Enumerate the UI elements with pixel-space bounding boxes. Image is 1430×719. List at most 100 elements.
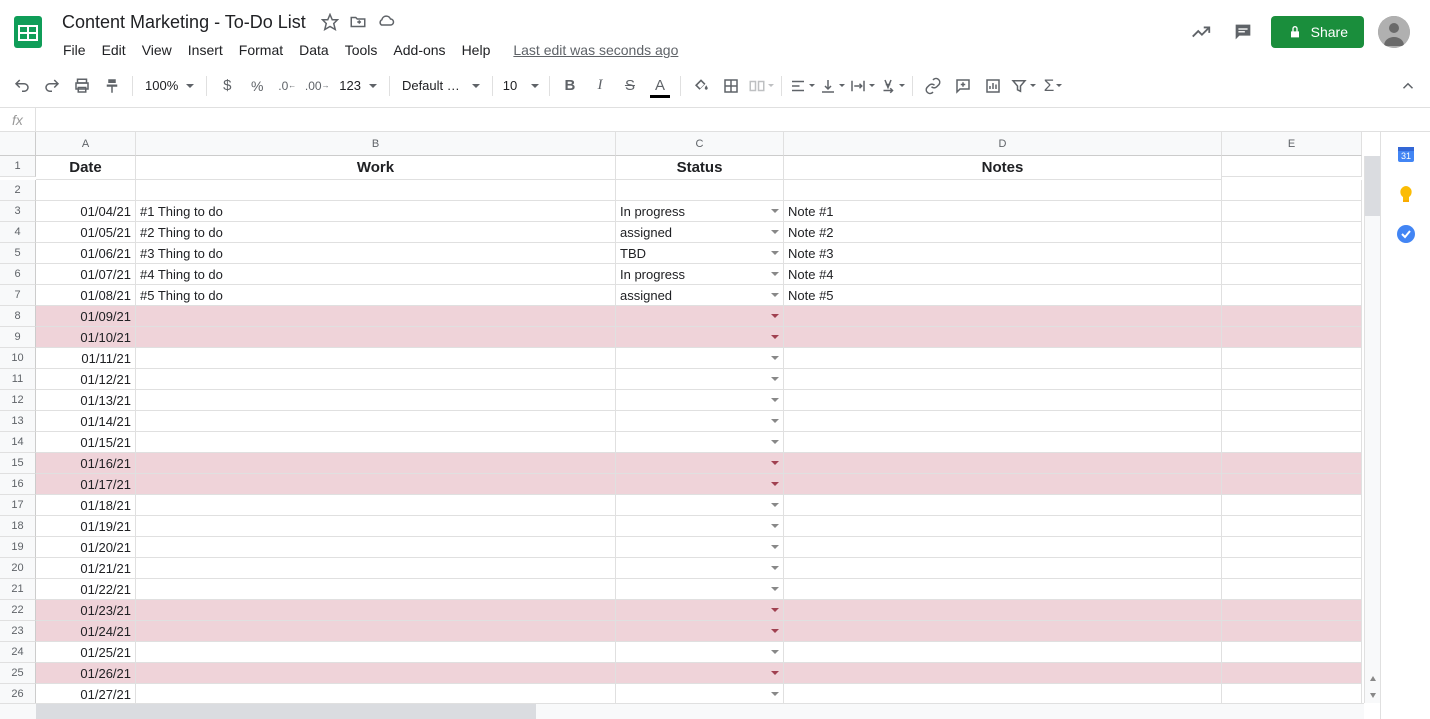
dropdown-arrow-icon[interactable] bbox=[771, 419, 779, 423]
row-header[interactable]: 6 bbox=[0, 264, 36, 285]
cell[interactable] bbox=[1222, 243, 1362, 264]
cell[interactable] bbox=[1222, 684, 1362, 705]
cell[interactable] bbox=[784, 579, 1222, 600]
row-header[interactable]: 2 bbox=[0, 180, 36, 201]
cell[interactable] bbox=[616, 411, 784, 432]
cell[interactable] bbox=[616, 600, 784, 621]
cell[interactable]: 01/18/21 bbox=[36, 495, 136, 516]
col-header-A[interactable]: A bbox=[36, 132, 136, 156]
menu-edit[interactable]: Edit bbox=[95, 38, 133, 62]
row-header[interactable]: 16 bbox=[0, 474, 36, 495]
cell[interactable] bbox=[784, 348, 1222, 369]
merge-cells-icon[interactable] bbox=[747, 72, 775, 100]
cell[interactable] bbox=[136, 537, 616, 558]
cell[interactable] bbox=[784, 495, 1222, 516]
dropdown-arrow-icon[interactable] bbox=[771, 377, 779, 381]
cell[interactable]: Note #1 bbox=[784, 201, 1222, 222]
cell[interactable] bbox=[784, 537, 1222, 558]
cell[interactable]: assigned bbox=[616, 222, 784, 243]
cell[interactable] bbox=[784, 516, 1222, 537]
cell[interactable] bbox=[616, 495, 784, 516]
cell[interactable] bbox=[616, 537, 784, 558]
cell[interactable] bbox=[784, 453, 1222, 474]
dropdown-arrow-icon[interactable] bbox=[771, 524, 779, 528]
cell[interactable] bbox=[1222, 453, 1362, 474]
cell[interactable] bbox=[1222, 537, 1362, 558]
fill-color-icon[interactable] bbox=[687, 72, 715, 100]
dropdown-arrow-icon[interactable] bbox=[771, 356, 779, 360]
cell[interactable]: In progress bbox=[616, 264, 784, 285]
cell[interactable] bbox=[136, 579, 616, 600]
menu-file[interactable]: File bbox=[56, 38, 93, 62]
dropdown-arrow-icon[interactable] bbox=[771, 293, 779, 297]
cell[interactable] bbox=[136, 348, 616, 369]
cell[interactable]: 01/17/21 bbox=[36, 474, 136, 495]
move-folder-icon[interactable] bbox=[348, 12, 368, 32]
cell[interactable] bbox=[1222, 663, 1362, 684]
row-header[interactable]: 20 bbox=[0, 558, 36, 579]
decrease-decimal-icon[interactable]: .0← bbox=[273, 72, 301, 100]
cell[interactable] bbox=[616, 432, 784, 453]
row-header[interactable]: 26 bbox=[0, 684, 36, 705]
cell[interactable] bbox=[784, 684, 1222, 705]
cell[interactable]: 01/11/21 bbox=[36, 348, 136, 369]
cell[interactable] bbox=[136, 180, 616, 201]
cell[interactable]: TBD bbox=[616, 243, 784, 264]
percent-icon[interactable]: % bbox=[243, 72, 271, 100]
cell[interactable] bbox=[136, 453, 616, 474]
col-header-C[interactable]: C bbox=[616, 132, 784, 156]
cell[interactable] bbox=[1222, 222, 1362, 243]
cell[interactable]: 01/10/21 bbox=[36, 327, 136, 348]
insert-chart-icon[interactable] bbox=[979, 72, 1007, 100]
cell[interactable]: 01/04/21 bbox=[36, 201, 136, 222]
cell[interactable] bbox=[784, 600, 1222, 621]
cell[interactable] bbox=[616, 684, 784, 705]
row-header[interactable]: 12 bbox=[0, 390, 36, 411]
cell[interactable] bbox=[616, 579, 784, 600]
cell[interactable]: 01/09/21 bbox=[36, 306, 136, 327]
cell[interactable] bbox=[616, 453, 784, 474]
borders-icon[interactable] bbox=[717, 72, 745, 100]
sheets-logo[interactable] bbox=[8, 12, 48, 52]
menu-format[interactable]: Format bbox=[232, 38, 290, 62]
row-header[interactable]: 22 bbox=[0, 600, 36, 621]
cell[interactable]: 01/07/21 bbox=[36, 264, 136, 285]
cell[interactable]: 01/14/21 bbox=[36, 411, 136, 432]
menu-tools[interactable]: Tools bbox=[338, 38, 385, 62]
filter-icon[interactable] bbox=[1009, 72, 1037, 100]
cell[interactable] bbox=[616, 390, 784, 411]
cell[interactable] bbox=[784, 621, 1222, 642]
dropdown-arrow-icon[interactable] bbox=[771, 545, 779, 549]
collapse-toolbar-icon[interactable] bbox=[1394, 72, 1422, 100]
cell[interactable] bbox=[784, 180, 1222, 201]
bold-icon[interactable]: B bbox=[556, 72, 584, 100]
cell[interactable] bbox=[1222, 180, 1362, 201]
cell[interactable] bbox=[1222, 579, 1362, 600]
row-header[interactable]: 17 bbox=[0, 495, 36, 516]
dropdown-arrow-icon[interactable] bbox=[771, 566, 779, 570]
cell[interactable] bbox=[136, 390, 616, 411]
vertical-align-icon[interactable] bbox=[818, 72, 846, 100]
row-header[interactable]: 4 bbox=[0, 222, 36, 243]
dropdown-arrow-icon[interactable] bbox=[771, 482, 779, 486]
cell[interactable]: 01/08/21 bbox=[36, 285, 136, 306]
cell[interactable]: 01/22/21 bbox=[36, 579, 136, 600]
horizontal-scrollbar[interactable] bbox=[0, 703, 1364, 719]
cell[interactable] bbox=[1222, 516, 1362, 537]
dropdown-arrow-icon[interactable] bbox=[771, 587, 779, 591]
cell[interactable] bbox=[616, 348, 784, 369]
redo-icon[interactable] bbox=[38, 72, 66, 100]
row-header[interactable]: 7 bbox=[0, 285, 36, 306]
dropdown-arrow-icon[interactable] bbox=[771, 335, 779, 339]
strikethrough-icon[interactable]: S bbox=[616, 72, 644, 100]
cell[interactable] bbox=[36, 180, 136, 201]
row-header[interactable]: 5 bbox=[0, 243, 36, 264]
text-rotation-icon[interactable] bbox=[878, 72, 906, 100]
dropdown-arrow-icon[interactable] bbox=[771, 272, 779, 276]
cell[interactable]: 01/15/21 bbox=[36, 432, 136, 453]
cell[interactable]: 01/25/21 bbox=[36, 642, 136, 663]
italic-icon[interactable]: I bbox=[586, 72, 614, 100]
dropdown-arrow-icon[interactable] bbox=[771, 314, 779, 318]
dropdown-arrow-icon[interactable] bbox=[771, 230, 779, 234]
cell[interactable] bbox=[616, 306, 784, 327]
